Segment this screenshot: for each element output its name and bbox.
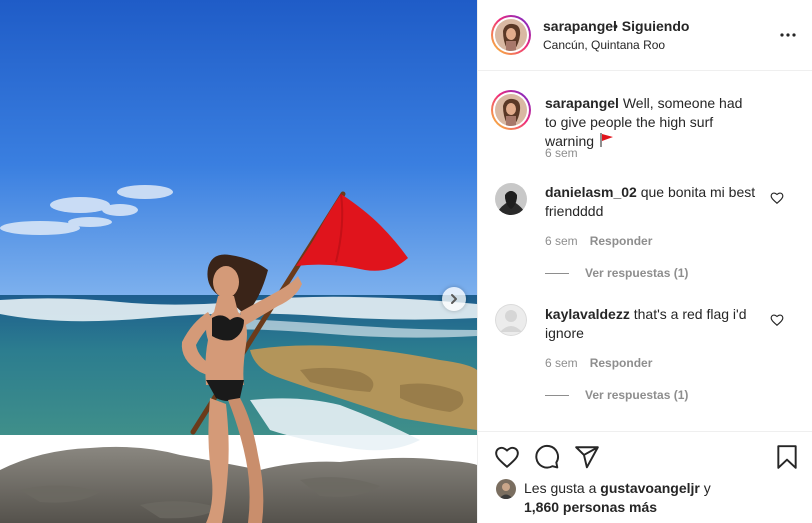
caption-username[interactable]: sarapangel <box>545 95 619 111</box>
post-header: sarapangel • Siguiendo Cancún, Quintana … <box>478 0 812 71</box>
bookmark-icon[interactable] <box>774 444 800 470</box>
author-avatar[interactable] <box>491 15 531 55</box>
comment-text-block: danielasm_02 que bonita mi best frienddd… <box>545 183 760 221</box>
comments-list[interactable]: sarapangel Well, someone had to give peo… <box>478 71 812 431</box>
caption-author-avatar[interactable] <box>491 90 531 130</box>
more-options-button[interactable] <box>778 25 798 45</box>
comment-like-heart-icon[interactable] <box>770 191 784 205</box>
follow-status[interactable]: • Siguiendo <box>613 18 689 34</box>
share-icon[interactable] <box>574 444 600 470</box>
replies-divider <box>545 394 569 396</box>
commenter-avatar[interactable] <box>495 183 527 215</box>
likes-count-link[interactable]: 1,860 personas más <box>524 499 657 515</box>
post-actions: Les gusta a gustavoangeljr y 1,860 perso… <box>478 431 812 523</box>
comment-username[interactable]: danielasm_02 <box>545 184 637 200</box>
heart-icon[interactable] <box>494 444 520 470</box>
author-username[interactable]: sarapangel <box>543 18 617 34</box>
reply-button[interactable]: Responder <box>590 356 653 370</box>
likes-summary: Les gusta a gustavoangeljr y 1,860 perso… <box>496 479 711 517</box>
comment-meta: 6 sem Responder <box>545 234 653 248</box>
liker-avatar[interactable] <box>496 479 516 499</box>
beach-photo <box>0 0 477 523</box>
comment-icon[interactable] <box>534 444 560 470</box>
reply-button[interactable]: Responder <box>590 234 653 248</box>
comment-like-heart-icon[interactable] <box>770 313 784 327</box>
post-location[interactable]: Cancún, Quintana Roo <box>543 38 665 52</box>
more-icon <box>780 33 796 37</box>
chevron-right-icon <box>451 294 457 304</box>
red-flag-icon <box>600 133 613 147</box>
liker-username[interactable]: gustavoangeljr <box>600 480 700 496</box>
post-side-panel: sarapangel • Siguiendo Cancún, Quintana … <box>477 0 812 523</box>
view-replies-button[interactable]: Ver respuestas (1) <box>545 388 688 402</box>
view-replies-button[interactable]: Ver respuestas (1) <box>545 266 688 280</box>
comment-text-block: kaylavaldezz that's a red flag i'd ignor… <box>545 305 760 343</box>
comment-username[interactable]: kaylavaldezz <box>545 306 630 322</box>
comment-meta: 6 sem Responder <box>545 356 653 370</box>
caption-timestamp: 6 sem <box>545 146 578 160</box>
post-photo[interactable] <box>0 0 477 523</box>
caption-text-block: sarapangel Well, someone had to give peo… <box>545 94 755 151</box>
likes-text: Les gusta a gustavoangeljr y 1,860 perso… <box>524 480 711 515</box>
carousel-next-button[interactable] <box>442 287 466 311</box>
replies-divider <box>545 272 569 274</box>
commenter-avatar[interactable] <box>495 304 527 336</box>
